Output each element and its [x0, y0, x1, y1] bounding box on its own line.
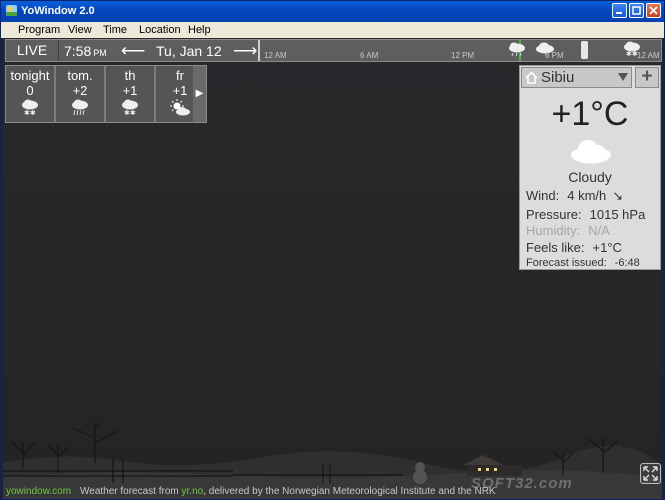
- weather-condition: Cloudy: [568, 169, 612, 185]
- rain-cloud-icon: [72, 99, 88, 116]
- forecast-day-name: th: [124, 68, 136, 83]
- timeline-label: 12 AM: [264, 51, 287, 60]
- current-date: Tu, Jan 12: [156, 43, 222, 59]
- home-icon: [525, 71, 538, 84]
- timeline-label: 12 PM: [451, 51, 475, 60]
- minimize-button[interactable]: [612, 3, 627, 18]
- menu-location[interactable]: Location: [133, 23, 187, 37]
- forecast-issued-row: Forecast issued: -6:48: [526, 257, 640, 269]
- humidity-value: N/A: [588, 223, 610, 238]
- timeline[interactable]: 12 AM 6 AM 12 PM 6 PM 12 AM ✱✱: [258, 40, 662, 61]
- location-name: Sibiu: [541, 69, 575, 86]
- svg-text:✱✱: ✱✱: [24, 109, 36, 117]
- forecast-source-text: Weather forecast from yr.no, delivered b…: [80, 486, 496, 497]
- menu-bar: Program View Time Location Help: [1, 22, 664, 38]
- rain-cloud-icon: [509, 42, 525, 57]
- forecast-day[interactable]: th +1 ✱✱: [106, 66, 156, 122]
- yowindow-link[interactable]: yowindow.com: [6, 486, 71, 497]
- current-temperature: +1°C: [551, 95, 629, 133]
- prev-day-arrow-icon[interactable]: ⟵: [121, 41, 145, 61]
- close-button[interactable]: [646, 3, 661, 18]
- menu-program[interactable]: Program: [12, 23, 66, 37]
- forecast-strip: tonight 0 ✱✱ tom. +2 th +1 ✱✱ fr +1 ▶: [5, 65, 207, 123]
- current-time: 7:58 PM: [64, 43, 107, 59]
- wind-value: 4 km/h: [567, 188, 607, 203]
- forecast-day[interactable]: tonight 0 ✱✱: [6, 66, 56, 122]
- svg-text:✱✱: ✱✱: [124, 109, 136, 117]
- timeline-slider-handle[interactable]: [581, 41, 588, 59]
- sun-cloud-icon: [170, 99, 190, 116]
- location-panel: Sibiu + +1°C Cloudy Wind: 4 km/h ↘ Pressur…: [519, 65, 661, 270]
- feels-like-row: Feels like: +1°C: [526, 240, 622, 255]
- pressure-label: Pressure:: [526, 207, 582, 222]
- pressure-row: Pressure: 1015 hPa: [526, 207, 645, 222]
- wind-direction-icon: ↘: [612, 188, 624, 203]
- window-title: YoWindow 2.0: [21, 5, 95, 17]
- time-value: 7:58: [64, 43, 92, 59]
- time-bar: LIVE 7:58 PM ⟵ Tu, Jan 12 ⟶ 12 AM 6 AM 12…: [5, 39, 662, 62]
- minimize-icon: [616, 12, 622, 14]
- forecast-issued-label: Forecast issued:: [526, 257, 607, 269]
- snow-cloud-icon: ✱✱: [22, 99, 38, 117]
- title-bar[interactable]: YoWindow 2.0: [1, 1, 664, 22]
- humidity-label: Humidity:: [526, 223, 581, 238]
- next-day-arrow-icon[interactable]: ⟶: [233, 41, 257, 61]
- app-window: YoWindow 2.0 Program View Time Location …: [0, 0, 665, 500]
- forecast-day-name: tom.: [67, 68, 93, 83]
- menu-help[interactable]: Help: [182, 23, 217, 37]
- forecast-source-suffix: , delivered by the Norwegian Meteorologi…: [203, 486, 496, 497]
- status-bar: yowindow.com Weather forecast from yr.no…: [3, 483, 662, 499]
- forecast-more-arrow-icon[interactable]: ▶: [193, 66, 206, 122]
- location-selector[interactable]: Sibiu: [521, 67, 632, 88]
- yowindow-app-icon: [6, 5, 17, 16]
- forecast-day-temp: +2: [72, 83, 88, 98]
- forecast-day-temp: +1: [122, 83, 138, 98]
- snow-cloud-icon: ✱✱: [122, 99, 138, 117]
- feels-like-value: +1°C: [592, 240, 622, 255]
- forecast-issued-value: -6:48: [614, 257, 640, 269]
- chevron-down-icon: [618, 73, 628, 81]
- expand-icon: [643, 466, 658, 481]
- feels-like-label: Feels like:: [526, 240, 585, 255]
- forecast-source-prefix: Weather forecast from: [80, 486, 179, 497]
- weather-scene: LIVE 7:58 PM ⟵ Tu, Jan 12 ⟶ 12 AM 6 AM 12…: [3, 38, 662, 499]
- menu-view[interactable]: View: [62, 23, 98, 37]
- time-ampm: PM: [93, 48, 107, 58]
- cloud-icon: [536, 42, 554, 54]
- wind-row: Wind: 4 km/h ↘: [526, 188, 623, 204]
- yr-no-link[interactable]: yr.no: [182, 486, 204, 497]
- cloud-icon: [571, 140, 611, 164]
- pressure-value: 1015 hPa: [589, 207, 646, 222]
- close-icon: [649, 6, 658, 15]
- humidity-row: Humidity: N/A: [526, 223, 610, 238]
- timeline-label: 6 AM: [360, 51, 379, 60]
- forecast-day[interactable]: tom. +2: [56, 66, 106, 122]
- menu-time[interactable]: Time: [97, 23, 133, 37]
- maximize-icon: [632, 6, 641, 15]
- wind-label: Wind:: [526, 188, 560, 203]
- snow-cloud-icon: ✱✱: [624, 41, 640, 57]
- live-button[interactable]: LIVE: [6, 40, 59, 61]
- maximize-button[interactable]: [629, 3, 644, 18]
- forecast-day-temp: 0: [26, 83, 34, 98]
- svg-text:✱✱: ✱✱: [626, 50, 638, 57]
- add-location-button[interactable]: +: [635, 67, 659, 88]
- fullscreen-button[interactable]: [640, 463, 661, 484]
- forecast-day-name: tonight: [10, 68, 50, 83]
